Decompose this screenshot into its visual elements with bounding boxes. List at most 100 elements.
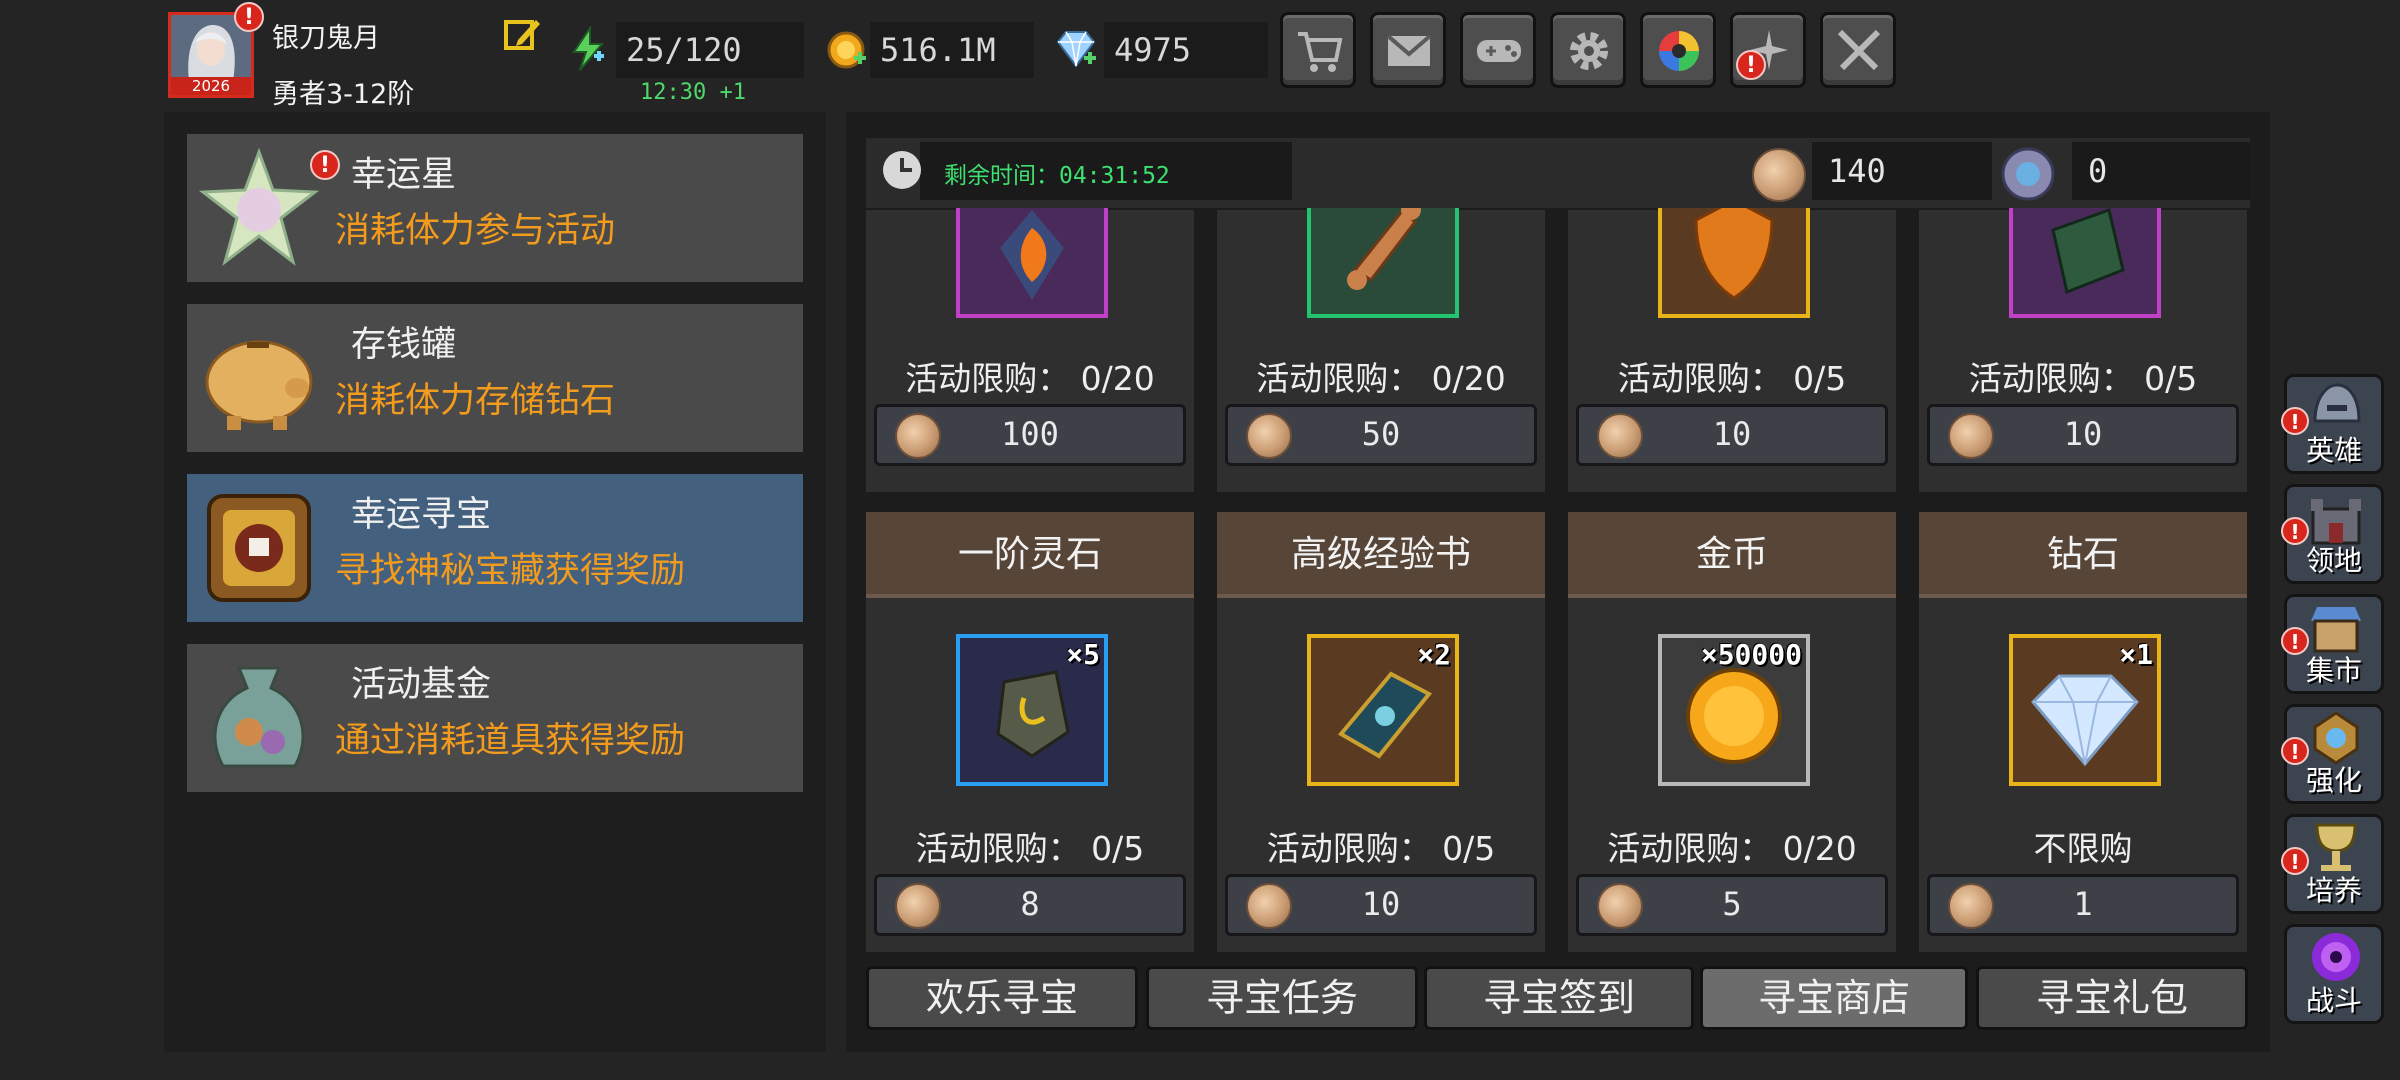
orb-currency-icon: [2001, 147, 2055, 201]
gold-value: 516.1M: [870, 22, 1034, 78]
nav-label: 强化: [2305, 764, 2362, 797]
buy-button[interactable]: 1: [1927, 874, 2239, 936]
item-limit: 不限购: [2033, 829, 2133, 868]
lucky-star-icon: [199, 148, 319, 266]
shop-item-diamond[interactable]: ×1: [2009, 634, 2161, 786]
item-quantity: ×5: [1066, 638, 1100, 671]
gear-icon: [1570, 32, 1608, 70]
activity-title: 幸运寻宝: [351, 495, 492, 535]
item-limit: 活动限购： 0/20: [1607, 829, 1857, 868]
nav-battle[interactable]: 战斗: [2284, 924, 2384, 1024]
player-name: 银刀鬼月: [272, 23, 380, 54]
controller-button[interactable]: [1460, 12, 1536, 88]
remaining-time: 剩余时间：04:31:52: [944, 163, 1170, 189]
gamepad-icon: [1477, 40, 1521, 62]
nav-label: 战斗: [2305, 984, 2362, 1017]
treasure-chest-icon: [207, 494, 311, 602]
grail-icon: [2315, 823, 2357, 871]
activity-piggy-bank[interactable]: 存钱罐 消耗体力存储钻石: [187, 304, 803, 452]
diamond-value: 4975: [1104, 22, 1268, 78]
enhance-icon: [2313, 711, 2359, 765]
item-quantity: ×1: [2119, 638, 2153, 671]
crossed-swords-icon: [1837, 29, 1881, 71]
tab-treasure-tasks[interactable]: 寻宝任务: [1146, 966, 1418, 1030]
helmet-icon: [2313, 383, 2361, 423]
player-rank: 勇者3-12阶: [272, 79, 415, 110]
edit-icon: [504, 20, 540, 50]
shop-item-gold[interactable]: ×50000: [1658, 634, 1810, 786]
market-icon: [2311, 607, 2361, 653]
buy-button[interactable]: 100: [874, 404, 1186, 466]
item-price: 5: [1722, 885, 1742, 923]
activity-lucky-treasure[interactable]: 幸运寻宝 寻找神秘宝藏获得奖励: [187, 474, 803, 622]
clock-icon: [883, 151, 921, 189]
nav-label: 培养: [2305, 874, 2362, 907]
nav-territory[interactable]: ! 领地: [2281, 484, 2384, 584]
nav-heroes[interactable]: ! 英雄: [2281, 374, 2384, 474]
money-bag-icon: [213, 666, 305, 768]
activity-title: 存钱罐: [351, 325, 457, 365]
cart-icon: [1298, 32, 1343, 72]
events-alert-icon: !: [1736, 50, 1766, 80]
shop-button[interactable]: [1280, 12, 1356, 88]
item-name: 高级经验书: [1217, 512, 1545, 598]
tab-treasure-gifts[interactable]: 寻宝礼包: [1976, 966, 2248, 1030]
mail-icon: [1386, 34, 1432, 66]
nav-label: 集市: [2305, 654, 2362, 687]
avatar-year-badge: 2026: [171, 77, 251, 95]
item-price: 8: [1020, 885, 1040, 923]
item-limit: 活动限购： 0/5: [1266, 829, 1496, 868]
castle-icon: [2311, 499, 2361, 545]
item-quantity: ×50000: [1700, 638, 1802, 671]
buy-button[interactable]: 10: [1225, 874, 1537, 936]
gold-icon: [827, 31, 866, 69]
activity-title: 幸运星: [351, 155, 457, 195]
buy-button[interactable]: 50: [1225, 404, 1537, 466]
nav-enhance[interactable]: ! 强化: [2281, 704, 2384, 804]
item-limit: 活动限购： 0/5: [915, 829, 1145, 868]
item-name: 金币: [1568, 512, 1896, 598]
item-limit: 活动限购： 0/20: [905, 359, 1155, 398]
item-price: 100: [1001, 415, 1059, 453]
buy-button[interactable]: 5: [1576, 874, 1888, 936]
buy-button[interactable]: 8: [874, 874, 1186, 936]
treasure-coin-icon: [1752, 148, 1806, 202]
lucky-star-alert-icon: !: [310, 150, 340, 180]
item-price: 10: [1361, 885, 1401, 923]
piggy-bank-icon: [205, 340, 313, 430]
activity-lucky-star[interactable]: 幸运星 消耗体力参与活动: [187, 134, 803, 282]
item-limit: 活动限购： 0/5: [1968, 359, 2198, 398]
buy-button[interactable]: 10: [1927, 404, 2239, 466]
nav-label: 领地: [2305, 544, 2362, 577]
item-price: 10: [1712, 415, 1752, 453]
activity-title: 活动基金: [351, 665, 492, 705]
energy-icon: [572, 26, 605, 71]
activity-desc: 消耗体力参与活动: [335, 211, 616, 251]
tab-happy-treasure[interactable]: 欢乐寻宝: [866, 966, 1138, 1030]
tab-treasure-shop[interactable]: 寻宝商店: [1700, 966, 1968, 1030]
settings-button[interactable]: [1550, 12, 1626, 88]
activity-fund[interactable]: 活动基金 通过消耗道具获得奖励: [187, 644, 803, 792]
item-price: 10: [2063, 415, 2103, 453]
energy-regen-timer: 12:30 +1: [640, 80, 746, 105]
nav-market[interactable]: ! 集市: [2281, 594, 2384, 694]
item-name: 钻石: [1919, 512, 2247, 598]
treasure-coin-count: 140: [1812, 142, 1992, 200]
item-price: 1: [2073, 885, 2093, 923]
item-quantity: ×2: [1417, 638, 1451, 671]
battle-button[interactable]: [1820, 12, 1896, 88]
item-price: 50: [1361, 415, 1401, 453]
shop-item-exp-book[interactable]: ×2: [1307, 634, 1459, 786]
mail-button[interactable]: [1370, 12, 1446, 88]
buy-button[interactable]: 10: [1576, 404, 1888, 466]
diamond-currency-icon: [1056, 31, 1096, 68]
edit-name-button[interactable]: [500, 14, 544, 58]
energy-value: 25/120: [616, 22, 804, 78]
gacha-button[interactable]: [1640, 12, 1716, 88]
shop-item-spirit-stone[interactable]: ×5: [956, 634, 1108, 786]
avatar-alert-icon: !: [234, 2, 264, 32]
nav-cultivate[interactable]: ! 培养: [2281, 814, 2384, 914]
tab-treasure-signin[interactable]: 寻宝签到: [1424, 966, 1694, 1030]
activity-desc: 寻找神秘宝藏获得奖励: [335, 551, 686, 591]
nav-label: 英雄: [2305, 434, 2362, 467]
